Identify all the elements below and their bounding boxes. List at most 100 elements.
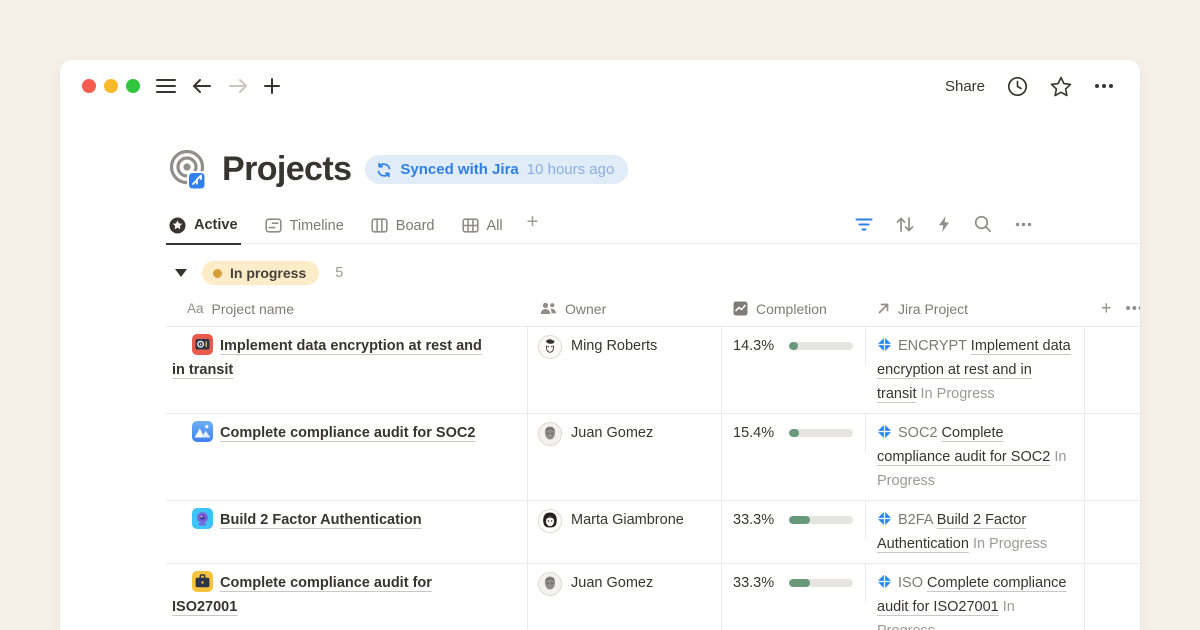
add-view-button[interactable]: +	[527, 211, 539, 243]
page-header: Projects Synced with Jira 10 hours ago	[166, 148, 1140, 191]
tab-label: All	[487, 218, 503, 234]
empty-cell	[1085, 414, 1140, 500]
forward-arrow-icon[interactable]	[228, 78, 248, 94]
progress-bar	[789, 516, 853, 524]
owner-cell[interactable]: Marta Giambrone	[528, 501, 722, 563]
traffic-lights	[82, 79, 140, 93]
column-header-owner[interactable]: Owner	[528, 301, 722, 317]
table-row[interactable]: Implement data encryption at rest and in…	[166, 327, 1140, 414]
sync-status-label: Synced with Jira	[400, 161, 518, 178]
progress-bar	[789, 429, 853, 437]
jira-logo-icon	[877, 424, 892, 439]
new-tab-icon[interactable]	[264, 78, 280, 94]
table-header-row: Aa Project name Owner Completion	[166, 291, 1140, 327]
column-header-completion[interactable]: Completion	[722, 301, 866, 317]
favorite-star-icon[interactable]	[1050, 76, 1072, 97]
column-header-project-name[interactable]: Aa Project name	[166, 301, 528, 317]
tab-label: Board	[396, 218, 435, 234]
share-button[interactable]: Share	[945, 78, 985, 95]
column-header-jira-project[interactable]: Jira Project	[866, 301, 1085, 317]
window-topbar: Share	[60, 60, 1140, 112]
tab-all[interactable]: All	[459, 212, 506, 243]
collapse-group-icon[interactable]	[175, 269, 187, 277]
owner-cell[interactable]: Juan Gomez	[528, 414, 722, 500]
owner-cell[interactable]: Juan Gomez	[528, 564, 722, 630]
completion-cell[interactable]: 33.3%	[722, 564, 866, 602]
completion-percent: 33.3%	[733, 512, 780, 528]
progress-bar	[789, 579, 853, 587]
projects-table: Aa Project name Owner Completion	[166, 291, 1140, 630]
table-view-icon	[462, 217, 479, 234]
status-dot	[213, 269, 222, 278]
tab-board[interactable]: Board	[368, 212, 438, 243]
tab-label: Active	[194, 217, 238, 233]
people-icon	[540, 302, 557, 315]
jira-project-cell[interactable]: SOC2 Complete compliance audit for SOC2 …	[866, 414, 1085, 500]
desktop-background: Share	[0, 0, 1200, 630]
table-row[interactable]: Complete compliance audit for SOC2 Juan …	[166, 414, 1140, 501]
status-badge[interactable]: In progress	[202, 261, 319, 285]
sidebar-menu-icon[interactable]	[156, 78, 176, 94]
project-name-cell[interactable]: Complete compliance audit for SOC2	[166, 414, 528, 500]
completion-percent: 14.3%	[733, 338, 780, 354]
owner-cell[interactable]: Ming Roberts	[528, 327, 722, 413]
close-window-button[interactable]	[82, 79, 96, 93]
safe-vault-icon	[192, 334, 213, 355]
automation-lightning-icon[interactable]	[937, 215, 951, 233]
completion-cell[interactable]: 14.3%	[722, 327, 866, 365]
more-options-icon[interactable]	[1094, 83, 1114, 89]
jira-sync-badge[interactable]: Synced with Jira 10 hours ago	[365, 155, 628, 184]
jira-logo-icon	[877, 511, 892, 526]
add-column-button[interactable]: + •••	[1085, 298, 1140, 319]
filter-icon[interactable]	[855, 217, 873, 232]
jira-logo-icon	[877, 337, 892, 352]
rollup-chart-icon	[733, 301, 748, 316]
table-row[interactable]: Complete compliance audit for ISO27001 J…	[166, 564, 1140, 630]
jira-project-cell[interactable]: ISO Complete compliance audit for ISO270…	[866, 564, 1085, 630]
group-count: 5	[335, 265, 343, 281]
completion-cell[interactable]: 15.4%	[722, 414, 866, 452]
webcam-lock-icon	[192, 508, 213, 529]
sync-refresh-icon	[376, 162, 392, 178]
back-arrow-icon[interactable]	[192, 78, 212, 94]
empty-cell	[1085, 564, 1140, 630]
view-tabs-bar: Active Timeline Board	[166, 211, 1140, 244]
group-header: In progress 5	[175, 261, 1140, 285]
table-more-button[interactable]: •••	[1126, 300, 1140, 317]
completion-cell[interactable]: 33.3%	[722, 501, 866, 539]
app-window: Share	[60, 60, 1140, 630]
board-view-icon	[371, 217, 388, 234]
zoom-window-button[interactable]	[126, 79, 140, 93]
minimize-window-button[interactable]	[104, 79, 118, 93]
progress-bar	[789, 342, 853, 350]
empty-cell	[1085, 327, 1140, 413]
starred-view-icon	[169, 217, 186, 234]
table-row[interactable]: Build 2 Factor Authentication Marta Giam…	[166, 501, 1140, 564]
jira-project-cell[interactable]: B2FA Build 2 Factor Authentication In Pr…	[866, 501, 1085, 563]
view-more-icon[interactable]	[1015, 222, 1032, 227]
tab-label: Timeline	[290, 218, 344, 234]
tab-timeline[interactable]: Timeline	[262, 212, 347, 243]
clock-history-icon[interactable]	[1007, 76, 1028, 97]
completion-percent: 15.4%	[733, 425, 780, 441]
avatar	[538, 572, 562, 596]
sync-time-label: 10 hours ago	[527, 161, 615, 178]
avatar	[538, 422, 562, 446]
avatar	[538, 509, 562, 533]
briefcase-icon	[192, 571, 213, 592]
external-arrow-icon	[877, 302, 890, 315]
mountains-icon	[192, 421, 213, 442]
project-name-cell[interactable]: Implement data encryption at rest and in…	[166, 327, 528, 413]
project-name-cell[interactable]: Complete compliance audit for ISO27001	[166, 564, 528, 630]
jira-project-cell[interactable]: ENCRYPT Implement data encryption at res…	[866, 327, 1085, 413]
tab-active[interactable]: Active	[166, 212, 241, 245]
timeline-view-icon	[265, 217, 282, 234]
completion-percent: 33.3%	[733, 575, 780, 591]
search-icon[interactable]	[974, 215, 992, 233]
sort-icon[interactable]	[896, 216, 914, 233]
project-name-cell[interactable]: Build 2 Factor Authentication	[166, 501, 528, 563]
page-icon[interactable]	[166, 148, 209, 191]
title-property-icon: Aa	[187, 301, 204, 316]
page-title: Projects	[222, 150, 351, 189]
jira-logo-icon	[877, 574, 892, 589]
